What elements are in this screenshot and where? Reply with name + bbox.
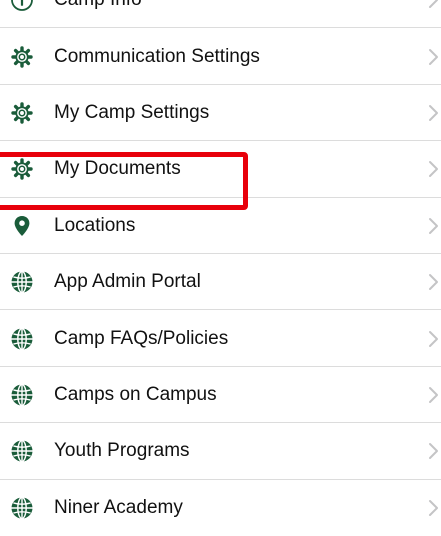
chevron-right-icon xyxy=(427,104,441,122)
menu-item-label: Camp Info xyxy=(54,0,142,11)
info-icon xyxy=(10,0,34,12)
menu-item-app-admin-portal[interactable]: App Admin Portal xyxy=(0,254,441,311)
globe-icon xyxy=(10,383,34,407)
menu-item-label: My Documents xyxy=(54,158,181,180)
chevron-right-icon xyxy=(427,273,441,291)
chevron-right-icon xyxy=(427,160,441,178)
menu-item-locations[interactable]: Locations xyxy=(0,198,441,255)
menu-item-camp-info[interactable]: Camp Info xyxy=(0,0,441,29)
gear-icon xyxy=(10,45,34,69)
map-pin-icon xyxy=(10,214,34,238)
menu-item-label: App Admin Portal xyxy=(54,271,201,293)
menu-item-communication-settings[interactable]: Communication Settings xyxy=(0,28,441,86)
menu-item-label: Youth Programs xyxy=(54,440,190,462)
globe-icon xyxy=(10,439,34,463)
chevron-right-icon xyxy=(427,217,441,235)
chevron-right-icon xyxy=(427,330,441,348)
menu-item-camp-faqs-policies[interactable]: Camp FAQs/Policies xyxy=(0,310,441,368)
gear-icon xyxy=(10,157,34,181)
chevron-right-icon xyxy=(427,48,441,66)
menu-item-label: My Camp Settings xyxy=(54,101,210,123)
menu-item-label: Camp FAQs/Policies xyxy=(54,327,229,349)
menu-item-niner-academy[interactable]: Niner Academy xyxy=(0,480,441,536)
settings-menu-list: Camp Info Communication Settings My Camp… xyxy=(0,0,441,536)
gear-icon xyxy=(10,101,34,125)
globe-icon xyxy=(10,496,34,520)
menu-item-my-camp-settings[interactable]: My Camp Settings xyxy=(0,85,441,142)
menu-item-label: Niner Academy xyxy=(54,496,183,518)
chevron-right-icon xyxy=(427,499,441,517)
chevron-right-icon xyxy=(427,386,441,404)
menu-item-label: Communication Settings xyxy=(54,45,260,67)
globe-icon xyxy=(10,270,34,294)
menu-item-camps-on-campus[interactable]: Camps on Campus xyxy=(0,367,441,424)
globe-icon xyxy=(10,327,34,351)
menu-item-my-documents[interactable]: My Documents xyxy=(0,141,441,198)
menu-item-label: Camps on Campus xyxy=(54,383,217,405)
menu-item-youth-programs[interactable]: Youth Programs xyxy=(0,423,441,480)
menu-item-label: Locations xyxy=(54,214,136,236)
chevron-right-icon xyxy=(427,0,441,9)
chevron-right-icon xyxy=(427,442,441,460)
